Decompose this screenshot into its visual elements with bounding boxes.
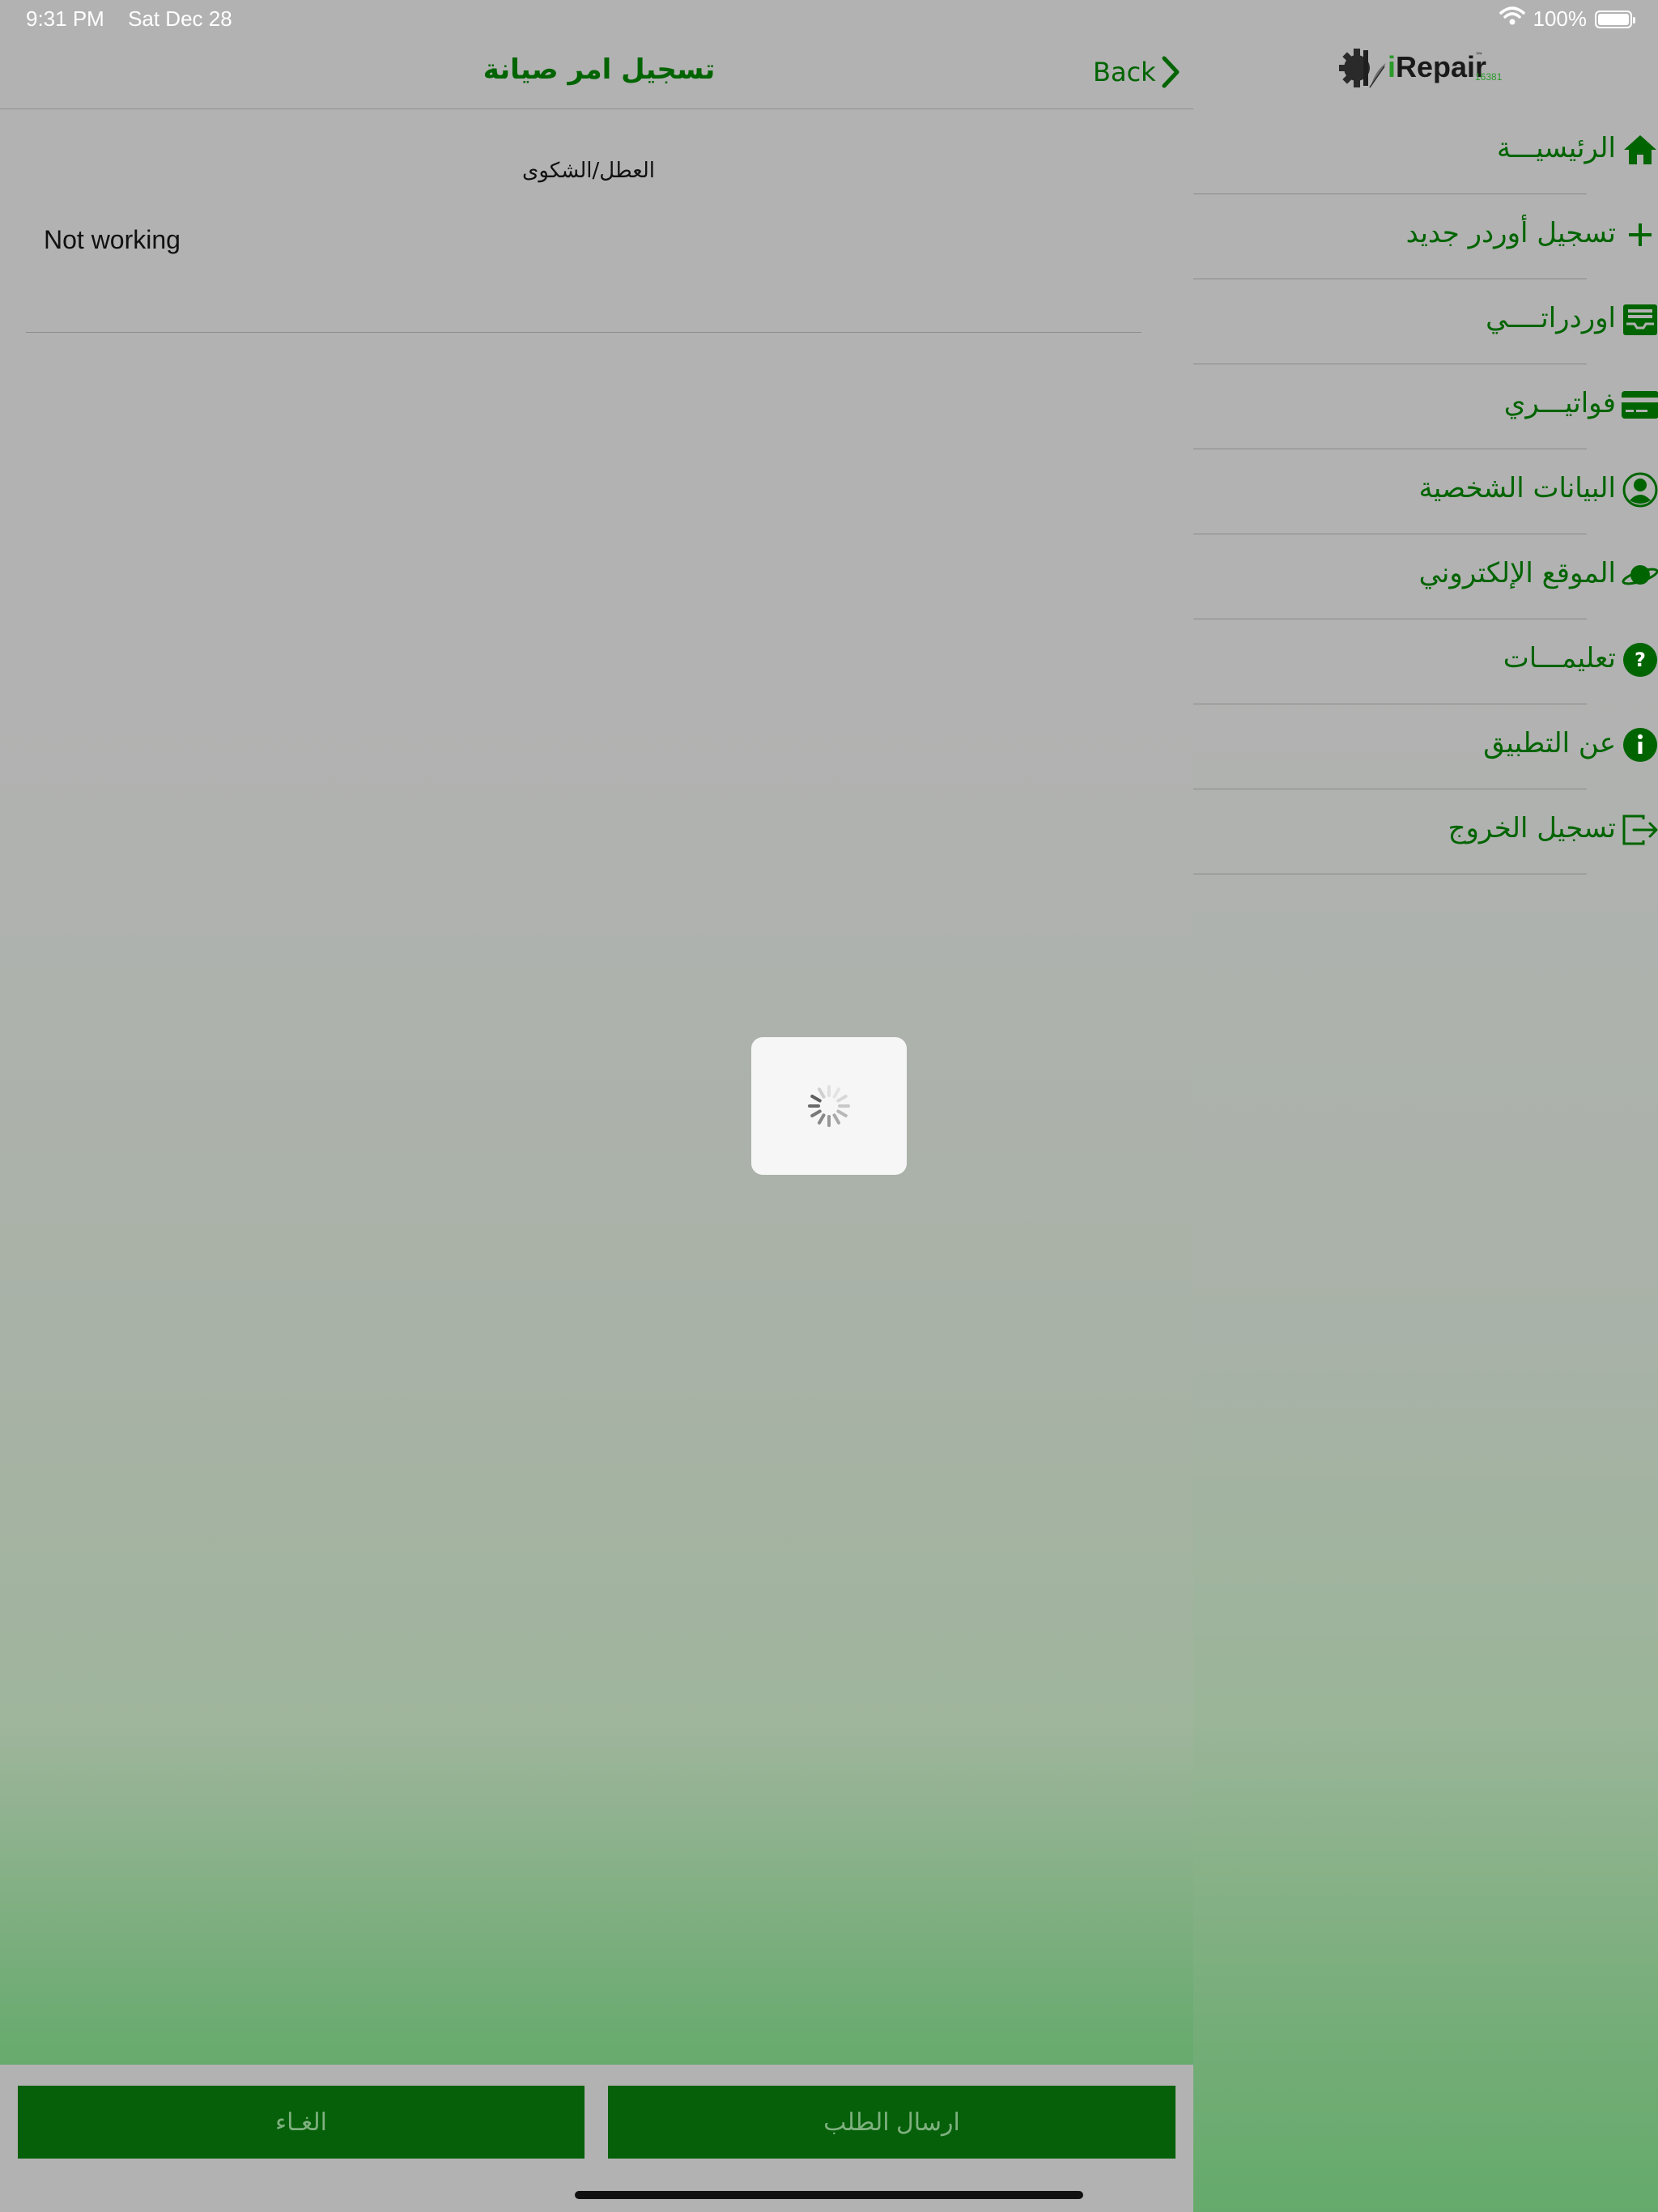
status-time: 9:31 PM — [26, 6, 104, 31]
submit-button[interactable]: ارسال الطلب — [608, 2086, 1175, 2159]
logo-wordmark: iRepair — [1388, 50, 1487, 83]
home-icon — [1621, 130, 1658, 169]
menu-item-label: تسجيل أوردر جديد — [1405, 217, 1616, 249]
menu-item-label: الموقع الإلكتروني — [1418, 557, 1616, 589]
menu-item-label: البيانات الشخصية — [1418, 472, 1616, 504]
chevron-right-icon — [1161, 55, 1182, 89]
side-menu-list: الرئيسيـــة تسجيل أوردر جديد اوردراتــــ… — [1193, 109, 1658, 874]
logo-trademark: ™ — [1475, 52, 1483, 61]
credit-card-icon — [1621, 385, 1658, 424]
wifi-icon — [1499, 6, 1525, 32]
home-indicator[interactable] — [575, 2191, 1083, 2199]
cancel-button[interactable]: الغـاء — [18, 2086, 585, 2159]
menu-item-profile[interactable]: البيانات الشخصية — [1193, 449, 1658, 534]
question-icon: ? — [1621, 640, 1658, 679]
status-date: Sat Dec 28 — [128, 6, 232, 31]
bottom-bar: الغـاء ارسال الطلب — [0, 2065, 1193, 2212]
gear-leaf-icon — [1339, 49, 1386, 88]
back-label: Back — [1093, 57, 1156, 87]
menu-item-my-orders[interactable]: اوردراتــــي — [1193, 279, 1657, 364]
menu-item-website[interactable]: الموقع الإلكتروني — [1193, 534, 1658, 619]
complaint-input[interactable]: Not working — [44, 225, 181, 255]
spinner-icon — [808, 1085, 850, 1127]
menu-item-home[interactable]: الرئيسيـــة — [1193, 109, 1656, 194]
logo-number: 16381 — [1475, 71, 1503, 83]
app-logo: iRepair ™ 16381 — [1339, 42, 1517, 99]
status-left: 9:31 PM Sat Dec 28 — [26, 6, 250, 32]
menu-item-label: اوردراتــــي — [1486, 302, 1616, 334]
navigation-bar: تسجيل امر صيانة Back — [0, 39, 1193, 109]
complaint-label: العطل/الشكوى — [522, 159, 655, 183]
svg-text:?: ? — [1635, 649, 1646, 671]
status-bar: 9:31 PM Sat Dec 28 100% — [0, 0, 1658, 39]
inbox-icon — [1621, 300, 1658, 339]
menu-item-logout[interactable]: تسجيل الخروج — [1193, 789, 1658, 874]
menu-item-label: عن التطبيق — [1483, 727, 1616, 759]
menu-item-label: فواتيـــري — [1503, 387, 1616, 419]
menu-item-label: الرئيسيـــة — [1497, 132, 1616, 164]
side-menu: iRepair ™ 16381 الرئيسيـــة تسجيل أوردر … — [1193, 0, 1658, 2212]
plus-icon — [1621, 215, 1658, 254]
status-right: 100% — [1499, 6, 1635, 32]
loading-indicator — [751, 1037, 907, 1175]
menu-item-invoices[interactable]: فواتيـــري — [1193, 364, 1658, 449]
back-button[interactable]: Back — [1093, 55, 1182, 89]
menu-item-about[interactable]: عن التطبيق — [1193, 704, 1657, 789]
main-pane: تسجيل امر صيانة Back العطل/الشكوى Not wo… — [0, 0, 1193, 2212]
menu-item-new-order[interactable]: تسجيل أوردر جديد — [1193, 194, 1652, 279]
logout-icon — [1621, 810, 1658, 849]
info-icon — [1621, 725, 1658, 764]
planet-icon — [1621, 555, 1658, 594]
menu-item-label: تسجيل الخروج — [1448, 812, 1616, 844]
menu-item-instructions[interactable]: تعليمـــات ? — [1193, 619, 1657, 704]
field-divider — [26, 332, 1141, 333]
menu-item-label: تعليمـــات — [1503, 642, 1616, 674]
page-title: تسجيل امر صيانة — [483, 53, 716, 86]
battery-icon — [1595, 10, 1635, 28]
battery-percent: 100% — [1533, 6, 1588, 31]
user-circle-icon — [1621, 470, 1658, 509]
